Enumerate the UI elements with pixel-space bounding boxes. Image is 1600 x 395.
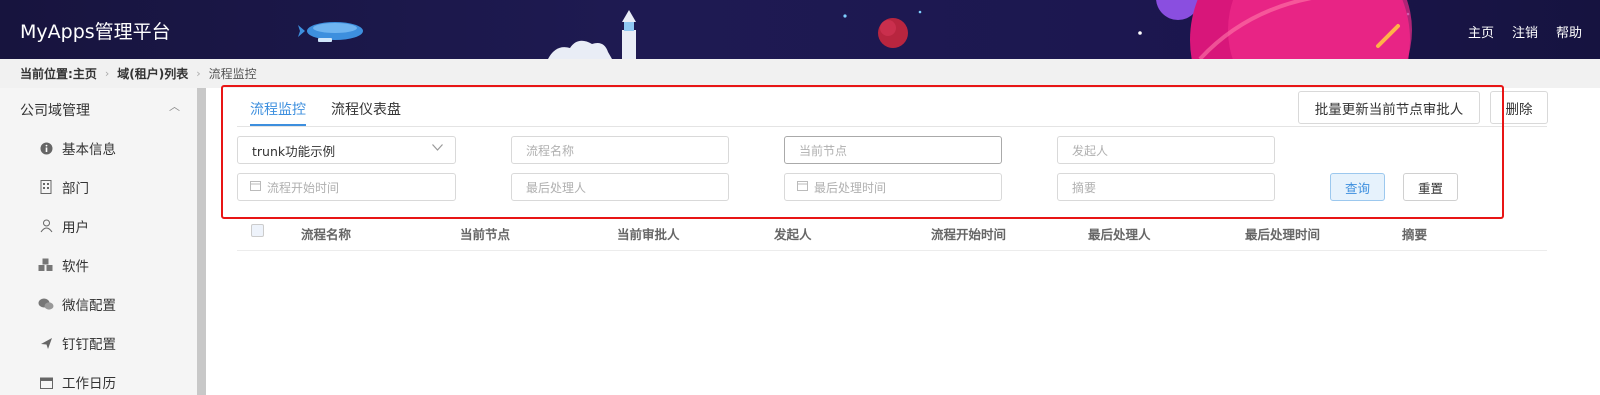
sidebar-item-department[interactable]: 部门 — [38, 177, 89, 197]
sidebar-item-label: 部门 — [62, 181, 89, 197]
column-header-flow-name[interactable]: 流程名称 — [301, 224, 351, 243]
sidebar-scrollbar[interactable] — [197, 88, 206, 395]
chevron-right-icon: › — [104, 67, 110, 80]
column-header-start-time[interactable]: 流程开始时间 — [931, 224, 1006, 243]
sidebar-item-label: 工作日历 — [62, 376, 116, 392]
calendar-icon — [38, 374, 54, 390]
dingtalk-icon — [38, 335, 54, 351]
breadcrumb-label: 当前位置: — [20, 67, 73, 81]
building-icon — [38, 179, 54, 195]
sidebar-item-wechat[interactable]: 微信配置 — [38, 294, 116, 314]
sidebar-item-label: 软件 — [62, 259, 89, 275]
help-link[interactable]: 帮助 — [1556, 22, 1582, 41]
column-header-last-handler[interactable]: 最后处理人 — [1088, 224, 1151, 243]
info-icon — [38, 140, 54, 156]
sidebar-section-label: 公司域管理 — [20, 103, 90, 119]
column-header-initiator[interactable]: 发起人 — [774, 224, 812, 243]
top-nav: 主页 注销 帮助 — [1468, 22, 1582, 41]
home-link[interactable]: 主页 — [1468, 22, 1494, 41]
user-icon — [38, 218, 54, 234]
sidebar: 公司域管理 ︿ 基本信息 部门 用户 软件 微信配置 钉钉配置 工作日历 — [0, 88, 197, 395]
sidebar-item-dingtalk[interactable]: 钉钉配置 — [38, 333, 116, 353]
logout-link[interactable]: 注销 — [1512, 22, 1538, 41]
top-banner: MyApps管理平台 主页 注销 帮助 — [0, 0, 1600, 59]
table-header: 流程名称 当前节点 当前审批人 发起人 流程开始时间 最后处理人 最后处理时间 … — [237, 218, 1547, 251]
breadcrumb-tenant-list[interactable]: 域(租户)列表 — [117, 65, 188, 82]
sidebar-item-user[interactable]: 用户 — [38, 216, 89, 236]
sidebar-item-calendar[interactable]: 工作日历 — [38, 372, 116, 392]
sidebar-item-label: 钉钉配置 — [62, 337, 116, 353]
breadcrumb-home[interactable]: 主页 — [73, 65, 97, 82]
breadcrumb: 当前位置: 主页 › 域(租户)列表 › 流程监控 — [0, 59, 1600, 88]
sidebar-item-label: 用户 — [62, 220, 89, 236]
sidebar-item-label: 基本信息 — [62, 142, 116, 158]
column-header-last-handle-time[interactable]: 最后处理时间 — [1245, 224, 1320, 243]
cubes-icon — [38, 257, 54, 273]
select-all-checkbox[interactable] — [251, 224, 264, 237]
brand-title: MyApps管理平台 — [20, 21, 171, 43]
highlight-box — [221, 85, 1504, 219]
sidebar-item-software[interactable]: 软件 — [38, 255, 89, 275]
column-header-summary[interactable]: 摘要 — [1402, 224, 1427, 243]
chevron-right-icon: › — [196, 67, 201, 80]
sidebar-item-label: 微信配置 — [62, 298, 116, 314]
column-header-current-approver[interactable]: 当前审批人 — [617, 224, 680, 243]
banner-illustration — [298, 0, 1412, 59]
sidebar-section-header[interactable]: 公司域管理 ︿ — [20, 100, 180, 120]
breadcrumb-current: 流程监控 — [208, 67, 257, 81]
sidebar-item-basic-info[interactable]: 基本信息 — [38, 138, 116, 158]
chevron-up-icon: ︿ — [169, 100, 180, 113]
wechat-icon — [38, 296, 54, 312]
column-header-current-node[interactable]: 当前节点 — [460, 224, 510, 243]
